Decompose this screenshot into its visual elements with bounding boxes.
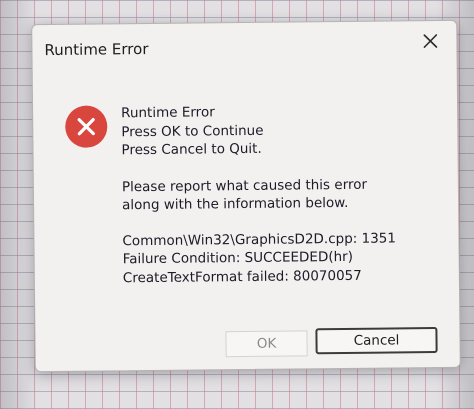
error-icon (65, 105, 108, 148)
ok-button[interactable]: OK (225, 330, 308, 358)
dialog-title: Runtime Error (44, 40, 149, 60)
close-button[interactable] (418, 29, 442, 53)
close-icon (423, 34, 438, 48)
cancel-button[interactable]: Cancel (315, 327, 438, 355)
message-line: CreateTextFormat failed: 80070057 (122, 267, 362, 286)
runtime-error-dialog: Runtime Error Runtime Error Press OK to … (31, 19, 461, 373)
error-message: Runtime Error Press OK to Continue Press… (121, 101, 443, 287)
message-line: Common\Win32\GraphicsD2D.cpp: 1351 (122, 229, 397, 249)
